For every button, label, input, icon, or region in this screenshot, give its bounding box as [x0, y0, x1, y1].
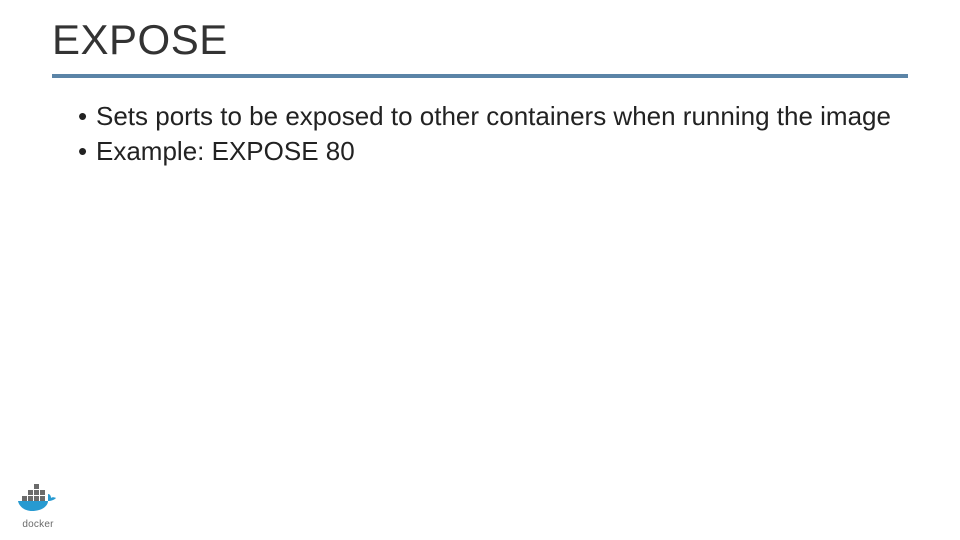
title-underline	[52, 74, 908, 78]
docker-logo: docker	[14, 484, 62, 530]
bullet-item: Example: EXPOSE 80	[78, 135, 908, 168]
bullet-item: Sets ports to be exposed to other contai…	[78, 100, 908, 133]
slide-title: EXPOSE	[52, 16, 908, 64]
title-block: EXPOSE	[52, 16, 908, 78]
docker-logo-label: docker	[14, 519, 62, 530]
bullet-text: Example: EXPOSE 80	[96, 136, 355, 166]
docker-whale-icon	[14, 484, 62, 512]
bullet-text: Sets ports to be exposed to other contai…	[96, 101, 891, 131]
body-block: Sets ports to be exposed to other contai…	[78, 100, 908, 169]
slide: EXPOSE Sets ports to be exposed to other…	[0, 0, 960, 540]
